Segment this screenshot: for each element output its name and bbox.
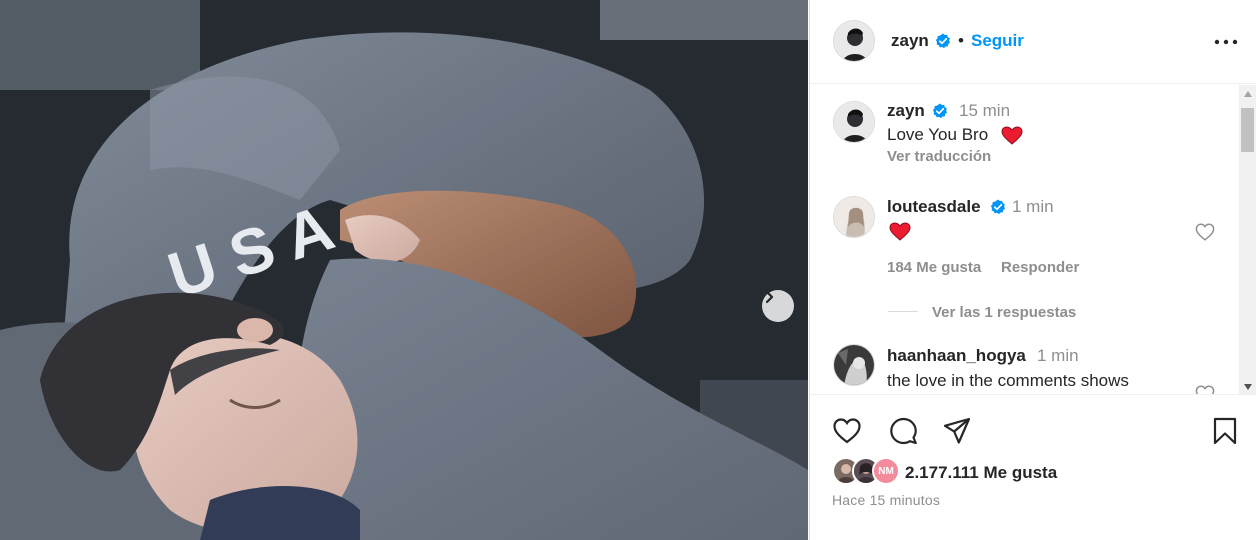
liker-avatar: NM bbox=[872, 457, 900, 485]
like-comment-heart-icon[interactable] bbox=[1195, 385, 1215, 395]
verified-badge-icon bbox=[932, 103, 947, 119]
post-photo: U S A bbox=[0, 0, 808, 540]
triangle-down-icon bbox=[1243, 383, 1252, 390]
caption-username[interactable]: zayn bbox=[887, 101, 925, 121]
comment-time[interactable]: 1 min bbox=[1037, 346, 1079, 366]
comment-time[interactable]: 1 min bbox=[1012, 197, 1054, 217]
author-avatar[interactable] bbox=[833, 20, 875, 62]
like-comment-heart-icon[interactable] bbox=[1195, 223, 1215, 241]
heart-icon[interactable] bbox=[832, 416, 862, 446]
view-replies-button[interactable]: Ver las 1 respuestas bbox=[932, 304, 1076, 321]
separator-dot: • bbox=[958, 31, 964, 50]
red-heart-emoji-icon bbox=[889, 222, 911, 241]
author-username[interactable]: zayn bbox=[891, 31, 929, 51]
scroll-up-arrow[interactable] bbox=[1239, 85, 1256, 102]
triangle-up-icon bbox=[1243, 90, 1252, 97]
comment-avatar[interactable] bbox=[833, 344, 875, 386]
comments-scrollbar[interactable] bbox=[1239, 85, 1256, 395]
caption-time[interactable]: 15 min bbox=[959, 101, 1010, 121]
avatar-image bbox=[834, 345, 874, 385]
comment-icon[interactable] bbox=[888, 416, 918, 446]
reply-button[interactable]: Responder bbox=[1001, 259, 1079, 276]
next-photo-button[interactable] bbox=[762, 290, 794, 322]
caption-avatar[interactable] bbox=[833, 101, 875, 143]
chevron-right-icon bbox=[765, 290, 774, 304]
comment-avatar[interactable] bbox=[833, 196, 875, 238]
comments-section: zayn 15 min Love You Bro Ver traducción … bbox=[810, 85, 1256, 395]
red-heart-emoji-icon bbox=[1001, 126, 1023, 145]
comment-likes-count[interactable]: 184 Me gusta bbox=[887, 259, 981, 276]
scroll-down-arrow[interactable] bbox=[1239, 378, 1256, 395]
share-icon[interactable] bbox=[942, 416, 972, 446]
liker-initials: NM bbox=[878, 465, 894, 477]
more-options-icon[interactable] bbox=[1214, 39, 1238, 45]
avatar-image bbox=[834, 21, 874, 61]
post-media[interactable]: U S A bbox=[0, 0, 808, 540]
avatar-image bbox=[834, 102, 874, 142]
likes-count[interactable]: 2.177.111 Me gusta bbox=[905, 463, 1057, 483]
replies-divider bbox=[888, 311, 918, 312]
post-header: zayn • Seguir bbox=[810, 0, 1256, 84]
bookmark-icon[interactable] bbox=[1210, 416, 1240, 446]
comment-username[interactable]: haanhaan_hogya bbox=[887, 346, 1026, 366]
post-actions: NM 2.177.111 Me gusta Hace 15 minutos bbox=[810, 396, 1256, 540]
liked-by-avatars[interactable]: NM bbox=[832, 457, 906, 487]
comment-text: the love in the comments shows bbox=[887, 371, 1129, 390]
verified-badge-icon bbox=[935, 33, 950, 49]
avatar-image bbox=[834, 197, 874, 237]
scrollbar-thumb[interactable] bbox=[1241, 108, 1254, 152]
see-translation-link[interactable]: Ver traducción bbox=[887, 148, 991, 165]
caption-text: Love You Bro bbox=[887, 125, 989, 144]
post-timestamp[interactable]: Hace 15 minutos bbox=[832, 492, 940, 508]
follow-button[interactable]: Seguir bbox=[971, 31, 1024, 51]
verified-badge-icon bbox=[990, 199, 1005, 215]
comment-username[interactable]: louteasdale bbox=[887, 197, 981, 217]
post-sidebar: zayn • Seguir zayn 15 min Love You Bro V… bbox=[809, 0, 1256, 540]
